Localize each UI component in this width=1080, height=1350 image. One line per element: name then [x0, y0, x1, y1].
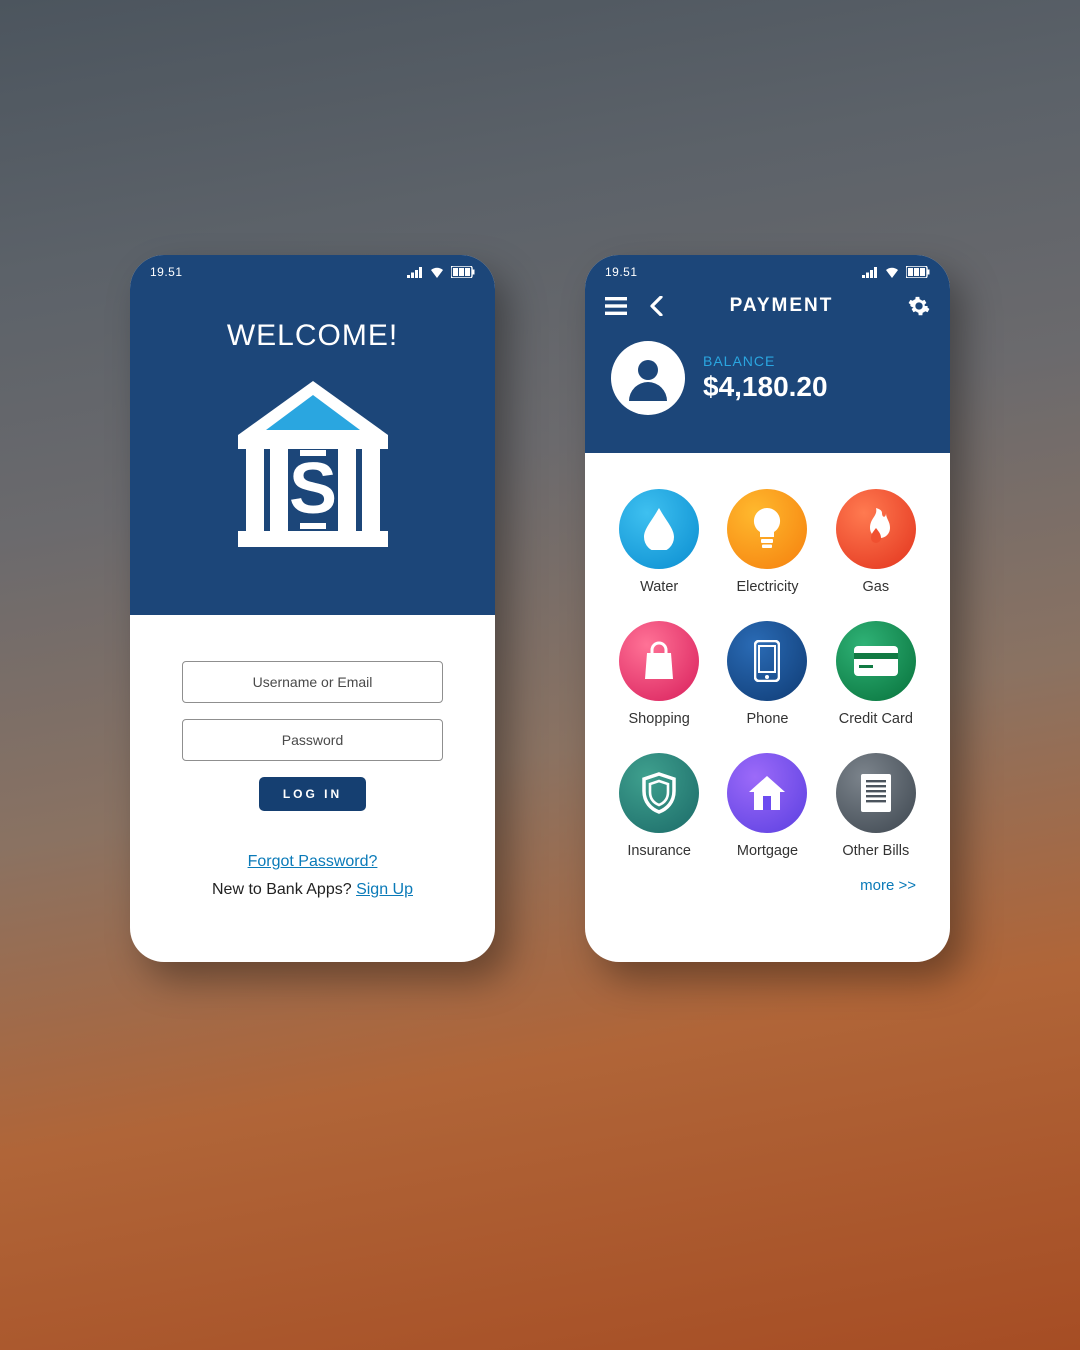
login-header: WELCOME! S — [130, 289, 495, 615]
avatar-icon[interactable] — [611, 341, 685, 415]
payment-screen: 19.51 PAYMENT BALANCE $4,180.20 — [585, 255, 950, 962]
password-input[interactable] — [182, 719, 443, 761]
status-time: 19.51 — [605, 265, 638, 279]
category-label: Credit Card — [834, 711, 918, 727]
category-label: Insurance — [617, 843, 701, 859]
insurance-icon — [619, 753, 699, 833]
phone-icon — [727, 621, 807, 701]
back-icon[interactable] — [649, 296, 663, 316]
settings-icon[interactable] — [908, 295, 930, 317]
status-bar: 19.51 — [585, 255, 950, 289]
category-label: Phone — [725, 711, 809, 727]
water-icon — [619, 489, 699, 569]
gas-icon — [836, 489, 916, 569]
bank-logo-icon: S — [130, 375, 495, 555]
category-water[interactable]: Water — [617, 489, 701, 595]
top-bar: PAYMENT — [585, 289, 950, 323]
category-shopping[interactable]: Shopping — [617, 621, 701, 727]
more-link[interactable]: more >> — [585, 859, 950, 894]
battery-icon — [906, 266, 930, 278]
credit-card-icon — [836, 621, 916, 701]
signup-link[interactable]: Sign Up — [356, 881, 413, 898]
shopping-icon — [619, 621, 699, 701]
category-other-bills[interactable]: Other Bills — [834, 753, 918, 859]
electricity-icon — [727, 489, 807, 569]
other-bills-icon — [836, 753, 916, 833]
username-input[interactable] — [182, 661, 443, 703]
mortgage-icon — [727, 753, 807, 833]
category-phone[interactable]: Phone — [725, 621, 809, 727]
category-label: Other Bills — [834, 843, 918, 859]
category-label: Gas — [834, 579, 918, 595]
forgot-password-link[interactable]: Forgot Password? — [248, 853, 378, 870]
login-form: LOG IN Forgot Password? New to Bank Apps… — [130, 615, 495, 899]
category-gas[interactable]: Gas — [834, 489, 918, 595]
signal-icon — [862, 267, 878, 278]
svg-text:S: S — [288, 449, 336, 529]
category-electricity[interactable]: Electricity — [725, 489, 809, 595]
category-label: Electricity — [725, 579, 809, 595]
balance-row: BALANCE $4,180.20 — [585, 323, 950, 453]
wifi-icon — [429, 266, 445, 278]
signal-icon — [407, 267, 423, 278]
login-links: Forgot Password? New to Bank Apps? Sign … — [182, 853, 443, 899]
category-label: Mortgage — [725, 843, 809, 859]
category-grid: Water Electricity Gas Shopping Phone — [585, 453, 950, 859]
category-label: Water — [617, 579, 701, 595]
status-time: 19.51 — [150, 265, 183, 279]
status-icons — [862, 266, 930, 278]
status-icons — [407, 266, 475, 278]
wifi-icon — [884, 266, 900, 278]
login-button[interactable]: LOG IN — [259, 777, 366, 811]
category-credit-card[interactable]: Credit Card — [834, 621, 918, 727]
page-title: PAYMENT — [677, 295, 886, 317]
menu-icon[interactable] — [605, 297, 627, 315]
battery-icon — [451, 266, 475, 278]
category-label: Shopping — [617, 711, 701, 727]
welcome-title: WELCOME! — [130, 289, 495, 375]
balance-label: BALANCE — [703, 353, 828, 369]
new-user-text: New to Bank Apps? — [212, 881, 356, 898]
category-mortgage[interactable]: Mortgage — [725, 753, 809, 859]
balance-value: $4,180.20 — [703, 371, 828, 403]
status-bar: 19.51 — [130, 255, 495, 289]
category-insurance[interactable]: Insurance — [617, 753, 701, 859]
login-screen: 19.51 WELCOME! S — [130, 255, 495, 962]
